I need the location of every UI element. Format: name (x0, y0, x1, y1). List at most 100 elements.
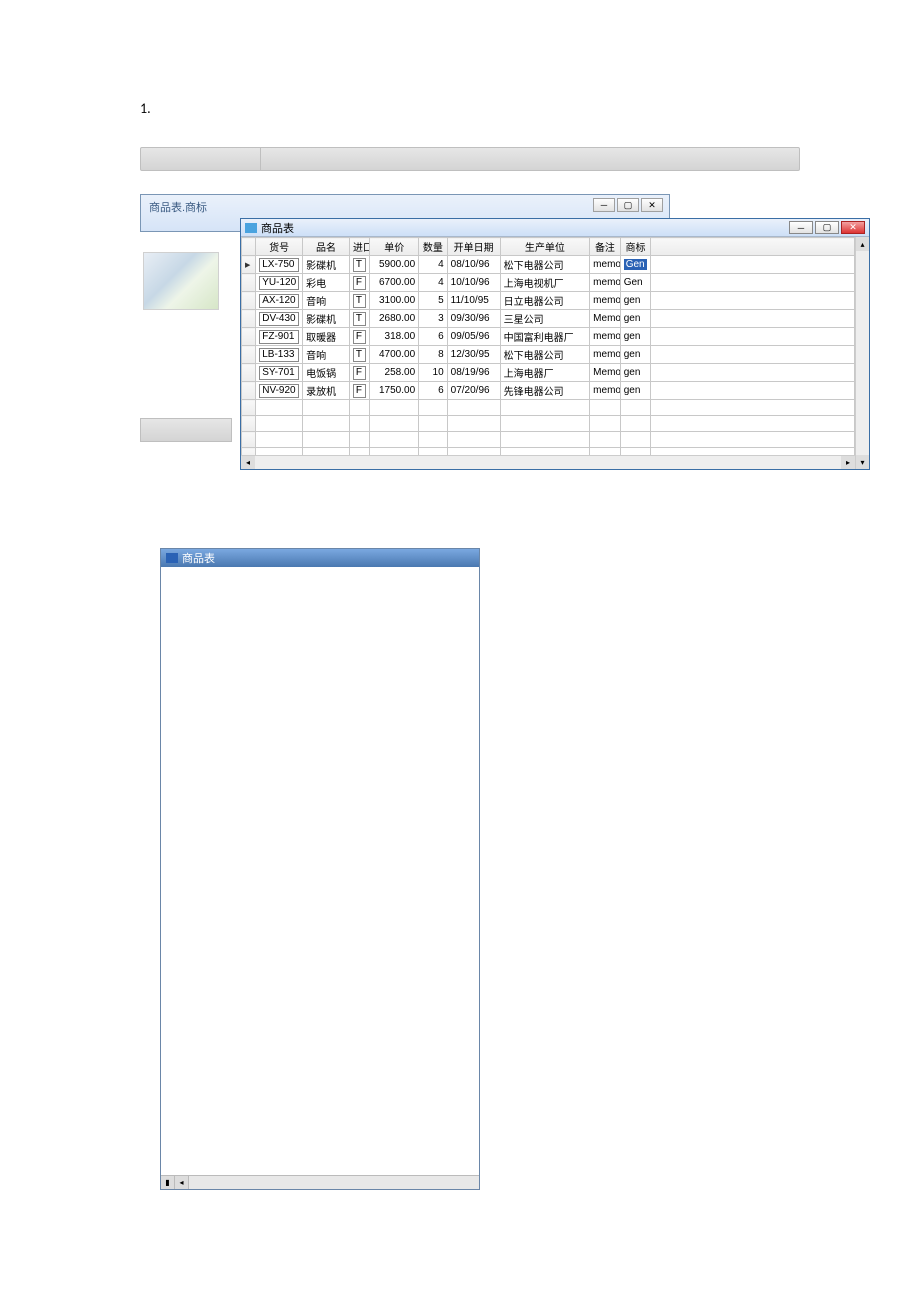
cell-brand[interactable]: gen (620, 292, 651, 310)
cell-memo[interactable]: Memo (590, 310, 621, 328)
table-row[interactable]: SY-701电饭锅F258.001008/19/96上海电器厂Memogen (242, 364, 855, 382)
cell-date[interactable]: 11/10/95 (447, 292, 500, 310)
cell-id[interactable]: SY-701 (256, 364, 303, 382)
cell-qty[interactable]: 4 (419, 256, 448, 274)
cell-qty[interactable]: 10 (419, 364, 448, 382)
cell-memo[interactable]: memo (590, 292, 621, 310)
cell-name[interactable]: 彩电 (303, 274, 350, 292)
table-row[interactable]: FZ-901取暖器F318.00609/05/96中国富利电器厂memogen (242, 328, 855, 346)
close-button[interactable]: ✕ (641, 198, 663, 212)
maximize-button[interactable]: ▢ (617, 198, 639, 212)
cell-name[interactable]: 电饭锅 (303, 364, 350, 382)
cell-name[interactable]: 影碟机 (303, 256, 350, 274)
cell-id[interactable]: NV-920 (256, 382, 303, 400)
cell-import[interactable]: T (349, 256, 369, 274)
cell-memo[interactable]: memo (590, 328, 621, 346)
cell-price[interactable]: 4700.00 (370, 346, 419, 364)
cell-price[interactable]: 318.00 (370, 328, 419, 346)
grid-close-button[interactable]: ✕ (841, 221, 865, 234)
scroll-down-icon[interactable]: ▾ (856, 455, 869, 469)
cell-import[interactable]: F (349, 328, 369, 346)
cell-import[interactable]: F (349, 274, 369, 292)
cell-price[interactable]: 258.00 (370, 364, 419, 382)
cell-name[interactable]: 录放机 (303, 382, 350, 400)
cell-memo[interactable]: memo (590, 382, 621, 400)
scroll-left-icon[interactable]: ◂ (241, 456, 255, 469)
cell-mfg[interactable]: 松下电器公司 (500, 256, 590, 274)
cell-id[interactable]: LX-750 (256, 256, 303, 274)
column-header[interactable]: 开单日期 (447, 238, 500, 256)
column-header[interactable]: 备注 (590, 238, 621, 256)
cell-name[interactable]: 音响 (303, 292, 350, 310)
horizontal-scrollbar[interactable]: ◂ ▸ (241, 455, 855, 469)
column-header[interactable]: 货号 (256, 238, 303, 256)
cell-id[interactable]: FZ-901 (256, 328, 303, 346)
column-header[interactable]: 品名 (303, 238, 350, 256)
cell-mfg[interactable]: 三星公司 (500, 310, 590, 328)
cell-qty[interactable]: 3 (419, 310, 448, 328)
cell-memo[interactable]: memo (590, 346, 621, 364)
cell-import[interactable]: T (349, 346, 369, 364)
cell-date[interactable]: 12/30/95 (447, 346, 500, 364)
cell-name[interactable]: 音响 (303, 346, 350, 364)
cell-mfg[interactable]: 上海电器厂 (500, 364, 590, 382)
cell-brand[interactable]: Gen (620, 256, 651, 274)
cell-name[interactable]: 影碟机 (303, 310, 350, 328)
cell-brand[interactable]: Gen (620, 274, 651, 292)
cell-price[interactable]: 1750.00 (370, 382, 419, 400)
cell-price[interactable]: 6700.00 (370, 274, 419, 292)
cell-mfg[interactable]: 上海电视机厂 (500, 274, 590, 292)
scroll-up-icon[interactable]: ▴ (856, 237, 869, 251)
cell-id[interactable]: LB-133 (256, 346, 303, 364)
column-header[interactable]: 单价 (370, 238, 419, 256)
cell-date[interactable]: 09/30/96 (447, 310, 500, 328)
cell-memo[interactable]: Memo (590, 364, 621, 382)
column-header[interactable]: 进口 (349, 238, 369, 256)
data-grid[interactable]: 货号品名进口单价数量开单日期生产单位备注商标LX-750影碟机T5900.004… (241, 237, 855, 455)
cell-qty[interactable]: 6 (419, 328, 448, 346)
table-row[interactable]: LX-750影碟机T5900.00408/10/96松下电器公司memoGen (242, 256, 855, 274)
cell-name[interactable]: 取暖器 (303, 328, 350, 346)
cell-memo[interactable]: memo (590, 256, 621, 274)
cell-id[interactable]: YU-120 (256, 274, 303, 292)
cell-qty[interactable]: 5 (419, 292, 448, 310)
column-header[interactable]: 数量 (419, 238, 448, 256)
grid-minimize-button[interactable]: ─ (789, 221, 813, 234)
cell-brand[interactable]: gen (620, 346, 651, 364)
cell-qty[interactable]: 8 (419, 346, 448, 364)
cell-date[interactable]: 08/10/96 (447, 256, 500, 274)
cell-brand[interactable]: gen (620, 310, 651, 328)
cell-qty[interactable]: 6 (419, 382, 448, 400)
table-row[interactable]: DV-430影碟机T2680.00309/30/96三星公司Memogen (242, 310, 855, 328)
cell-brand[interactable]: gen (620, 364, 651, 382)
vertical-scrollbar[interactable]: ▴ ▾ (855, 237, 869, 469)
cell-mfg[interactable]: 松下电器公司 (500, 346, 590, 364)
minimize-button[interactable]: ─ (593, 198, 615, 212)
table-row[interactable]: NV-920录放机F1750.00607/20/96先锋电器公司memogen (242, 382, 855, 400)
cell-date[interactable]: 10/10/96 (447, 274, 500, 292)
cell-import[interactable]: F (349, 364, 369, 382)
scroll-right-icon[interactable]: ▸ (841, 456, 855, 469)
cell-memo[interactable]: memo (590, 274, 621, 292)
cell-qty[interactable]: 4 (419, 274, 448, 292)
cell-id[interactable]: AX-120 (256, 292, 303, 310)
cell-date[interactable]: 07/20/96 (447, 382, 500, 400)
cell-price[interactable]: 5900.00 (370, 256, 419, 274)
cell-price[interactable]: 2680.00 (370, 310, 419, 328)
cell-brand[interactable]: gen (620, 328, 651, 346)
column-header[interactable]: 生产单位 (500, 238, 590, 256)
cell-import[interactable]: T (349, 310, 369, 328)
record-scroll-left-icon[interactable]: ◂ (175, 1176, 189, 1189)
cell-brand[interactable]: gen (620, 382, 651, 400)
cell-import[interactable]: T (349, 292, 369, 310)
grid-maximize-button[interactable]: ▢ (815, 221, 839, 234)
cell-mfg[interactable]: 先锋电器公司 (500, 382, 590, 400)
cell-mfg[interactable]: 日立电器公司 (500, 292, 590, 310)
cell-mfg[interactable]: 中国富利电器厂 (500, 328, 590, 346)
cell-import[interactable]: F (349, 382, 369, 400)
table-row[interactable]: YU-120彩电F6700.00410/10/96上海电视机厂memoGen (242, 274, 855, 292)
cell-price[interactable]: 3100.00 (370, 292, 419, 310)
column-header[interactable]: 商标 (620, 238, 651, 256)
cell-date[interactable]: 08/19/96 (447, 364, 500, 382)
cell-date[interactable]: 09/05/96 (447, 328, 500, 346)
